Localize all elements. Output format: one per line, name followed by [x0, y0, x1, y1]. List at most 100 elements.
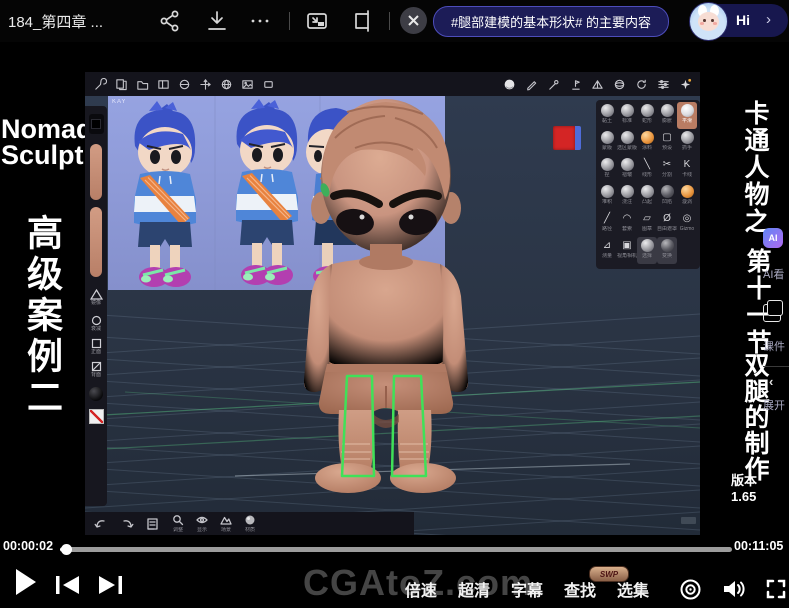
- more-icon[interactable]: [248, 9, 272, 33]
- visibility-tool[interactable]: 显示: [196, 514, 208, 534]
- no-material-swatch[interactable]: [89, 409, 104, 424]
- view-orientation-cube[interactable]: [553, 126, 581, 150]
- tool-凹陷[interactable]: 凹陷: [657, 183, 677, 210]
- tool-分割[interactable]: ✂分割: [657, 156, 677, 183]
- tool-label: 选区蒙版: [617, 145, 637, 152]
- move-axis-icon[interactable]: [199, 78, 212, 91]
- current-time: 00:00:02: [3, 539, 53, 553]
- tool-label: 蒙版: [597, 145, 617, 152]
- wrench-icon[interactable]: [94, 78, 107, 91]
- assistant-avatar: [689, 2, 728, 41]
- pencil-icon[interactable]: [525, 78, 538, 91]
- play-button[interactable]: [15, 569, 37, 595]
- tool-凸起[interactable]: 凸起: [637, 183, 657, 210]
- back-faces-icon[interactable]: [91, 361, 102, 372]
- redo-icon[interactable]: [120, 517, 134, 531]
- progress-knob[interactable]: [61, 544, 72, 555]
- magic-sparkle-icon[interactable]: [679, 78, 692, 91]
- assistant-pill[interactable]: Hi ›: [690, 4, 788, 37]
- menu-button-选集[interactable]: 选集: [617, 577, 649, 601]
- courseware-widget[interactable]: 课件: [763, 304, 789, 354]
- tool-图章[interactable]: ▱图章: [637, 210, 657, 237]
- tool-标准[interactable]: 标准: [617, 102, 637, 129]
- volume-icon[interactable]: [722, 578, 746, 600]
- tool-膨胀[interactable]: 膨胀: [657, 102, 677, 129]
- material-ball-icon[interactable]: [89, 387, 103, 401]
- image-icon[interactable]: [241, 78, 254, 91]
- tool-平滑[interactable]: 平滑: [677, 102, 697, 129]
- expand-widget[interactable]: ‹ 展开: [763, 374, 789, 413]
- previous-button[interactable]: [55, 575, 81, 595]
- tool-抓手[interactable]: 抓手: [677, 129, 697, 156]
- topic-pill[interactable]: #腿部建模的基本形状# 的主要内容: [433, 6, 669, 37]
- settings-sliders-icon[interactable]: [657, 78, 670, 91]
- eyedropper-icon[interactable]: [547, 78, 560, 91]
- adjust-tool[interactable]: 调整: [172, 514, 184, 534]
- progress-bar[interactable]: [60, 547, 732, 552]
- tool-蛇形[interactable]: 蛇形: [637, 102, 657, 129]
- layers-list-icon[interactable]: [146, 517, 160, 531]
- download-icon[interactable]: [205, 9, 229, 33]
- tool-测量[interactable]: ⊿测量: [597, 237, 617, 264]
- tool-堆积[interactable]: 堆积: [597, 183, 617, 210]
- ai-watch-widget[interactable]: AI AI看: [763, 228, 789, 282]
- tool-label: 浇注: [617, 199, 637, 206]
- tool-漩涡[interactable]: 漩涡: [677, 183, 697, 210]
- tool-浇注[interactable]: 浇注: [617, 183, 637, 210]
- sculpt-canvas[interactable]: KAY: [85, 96, 700, 535]
- mini-player-icon[interactable]: [350, 9, 374, 33]
- files-icon[interactable]: [115, 78, 128, 91]
- tool-Gizmo[interactable]: ◎Gizmo: [677, 210, 697, 237]
- brush-intensity-slider[interactable]: [90, 207, 102, 277]
- scene-tool[interactable]: 场景: [220, 514, 232, 534]
- tool-线形[interactable]: ╲线形: [637, 156, 657, 183]
- layout-icon[interactable]: [157, 78, 170, 91]
- tool-自由遮罩[interactable]: Ø自由遮罩: [657, 210, 677, 237]
- wireframe-sphere-icon[interactable]: [613, 78, 626, 91]
- menu-button-字幕[interactable]: 字幕: [511, 577, 543, 601]
- tool-变换[interactable]: 变换: [657, 237, 677, 264]
- tool-褶皱[interactable]: 褶皱: [617, 156, 637, 183]
- tool-涂料[interactable]: 涂料: [637, 129, 657, 156]
- tool-卡线[interactable]: K卡线: [677, 156, 697, 183]
- tool-视角相机[interactable]: ▣视角相机: [617, 237, 637, 264]
- brush-size-slider[interactable]: [90, 144, 102, 200]
- undo-icon[interactable]: [94, 517, 108, 531]
- expand-label: 展开: [763, 397, 789, 413]
- falloff-icon[interactable]: [91, 315, 102, 326]
- frame-icon[interactable]: [262, 78, 275, 91]
- pip-icon[interactable]: [305, 9, 329, 33]
- tool-套索[interactable]: ◠套索: [617, 210, 637, 237]
- mirror-icon[interactable]: [90, 289, 103, 300]
- record-screen-icon[interactable]: [679, 578, 702, 601]
- sphere-icon[interactable]: [178, 78, 191, 91]
- tool-预设[interactable]: ▢预设: [657, 129, 677, 156]
- next-button[interactable]: [97, 575, 123, 595]
- front-faces-icon[interactable]: [91, 338, 102, 349]
- tool-黏土[interactable]: 黏土: [597, 102, 617, 129]
- tool-路径[interactable]: ╱路径: [597, 210, 617, 237]
- mirror-triangle-icon[interactable]: [591, 78, 604, 91]
- tool-蒙版[interactable]: 蒙版: [597, 129, 617, 156]
- tool-label: 测量: [597, 253, 617, 260]
- tool-label: 涂料: [637, 145, 657, 152]
- tool-label: 分割: [657, 172, 677, 179]
- fullscreen-icon[interactable]: [766, 579, 786, 599]
- folder-icon[interactable]: [136, 78, 149, 91]
- share-icon[interactable]: [158, 9, 182, 33]
- tool-label: 标准: [617, 118, 637, 125]
- menu-button-查找[interactable]: 查找: [564, 577, 596, 601]
- stamp-icon[interactable]: [569, 78, 582, 91]
- tool-选区蒙版[interactable]: 选区蒙版: [617, 129, 637, 156]
- sphere-icon: [621, 131, 634, 144]
- menu-button-超清[interactable]: 超清: [458, 577, 490, 601]
- color-swatch[interactable]: [89, 114, 104, 134]
- globe-icon[interactable]: [220, 78, 233, 91]
- material-tool[interactable]: 材质: [244, 514, 256, 534]
- tool-选择[interactable]: 选择: [637, 237, 657, 264]
- matcap-ball-icon[interactable]: [503, 78, 516, 91]
- tool-捏[interactable]: 捏: [597, 156, 617, 183]
- rotate-view-icon[interactable]: [635, 78, 648, 91]
- close-icon[interactable]: [400, 7, 427, 34]
- menu-button-倍速[interactable]: 倍速: [405, 577, 437, 601]
